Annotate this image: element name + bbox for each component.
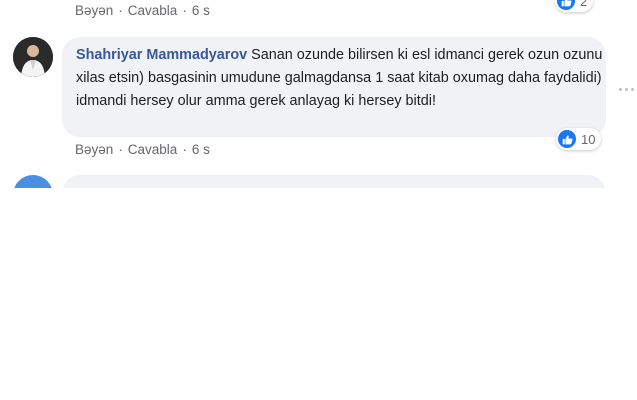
thumbs-up-icon	[557, 0, 575, 10]
reaction-count: 2	[580, 0, 588, 9]
comments-viewport: Bəyən · Cavabla · 6 s 2 Shahriyar Mammad…	[0, 0, 637, 188]
separator: ·	[118, 142, 123, 157]
thumbs-up-icon	[558, 130, 576, 148]
comment-bubble	[62, 175, 606, 188]
like-link[interactable]: Bəyən	[75, 3, 113, 18]
comment-actions: Bəyən · Cavabla · 6 s	[75, 142, 210, 157]
comment-reaction-count[interactable]: 10	[556, 128, 602, 150]
previous-comment-actions: Bəyən · Cavabla · 6 s	[75, 3, 210, 18]
timestamp[interactable]: 6 s	[192, 142, 210, 157]
like-link[interactable]: Bəyən	[75, 142, 113, 157]
timestamp[interactable]: 6 s	[192, 3, 210, 18]
comment-author[interactable]: Shahriyar Mammadyarov	[76, 47, 247, 63]
previous-reaction-count[interactable]: 2	[555, 0, 594, 12]
separator: ·	[182, 3, 187, 18]
avatar[interactable]	[13, 175, 53, 188]
reply-link[interactable]: Cavabla	[128, 142, 178, 157]
page: Bəyən · Cavabla · 6 s 2 Shahriyar Mammad…	[0, 0, 637, 400]
separator: ·	[182, 142, 187, 157]
more-options-icon[interactable]	[619, 88, 634, 91]
comment-body: Shahriyar Mammadyarov Sanan ozunde bilirs…	[76, 44, 604, 113]
avatar[interactable]	[13, 37, 53, 77]
separator: ·	[118, 3, 123, 18]
reply-link[interactable]: Cavabla	[128, 3, 178, 18]
reaction-count: 10	[581, 131, 596, 147]
